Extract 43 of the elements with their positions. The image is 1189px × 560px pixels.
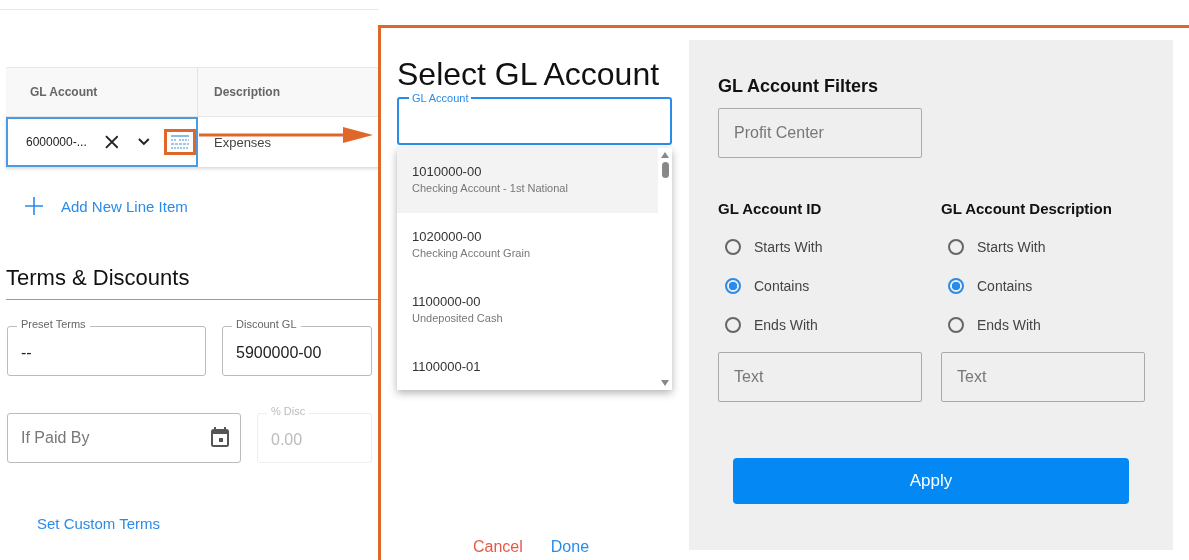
radio-option[interactable]: Starts With: [941, 227, 1145, 266]
text-field[interactable]: Text: [941, 352, 1145, 402]
done-button[interactable]: Done: [546, 536, 594, 558]
column-header: GL Account: [6, 68, 198, 116]
account-option[interactable]: 1100000-01: [397, 343, 658, 390]
group-title: GL Account Description: [941, 200, 1113, 217]
apply-button[interactable]: Apply: [733, 458, 1129, 504]
account-option[interactable]: 1020000-00 Checking Account Grain: [397, 213, 658, 278]
dialog-title: Select GL Account: [397, 56, 661, 93]
list-filter-button[interactable]: [164, 129, 196, 155]
cancel-button[interactable]: Cancel: [469, 536, 527, 558]
account-option[interactable]: 1010000-00 Checking Account - 1st National: [397, 148, 658, 213]
radio-option[interactable]: Contains: [941, 266, 1145, 305]
radio-button[interactable]: [725, 316, 741, 333]
section-title: Terms & Discounts: [6, 265, 378, 300]
plus-icon[interactable]: [25, 197, 43, 215]
clear-icon[interactable]: [104, 135, 119, 149]
profit-center-field[interactable]: Profit Center: [718, 108, 922, 158]
set-custom-terms-link[interactable]: Set Custom Terms: [37, 515, 161, 532]
group-title: GL Account ID: [718, 200, 823, 217]
text-field[interactable]: Text: [718, 352, 922, 402]
list-filter-icon: [170, 135, 190, 149]
cell-value: 6000000-...: [26, 135, 88, 149]
chevron-down-icon[interactable]: [138, 138, 150, 146]
radio-option[interactable]: Contains: [718, 266, 922, 305]
radio-option[interactable]: Ends With: [941, 305, 1145, 344]
scroll-down-icon[interactable]: [660, 379, 670, 387]
table-cell: Expenses: [214, 134, 272, 150]
radio-option[interactable]: Ends With: [718, 305, 922, 344]
radio-button[interactable]: [725, 277, 741, 294]
scrollbar-thumb[interactable]: [661, 162, 669, 178]
gl-account-cell[interactable]: 6000000-...: [6, 117, 198, 167]
add-line-item-link[interactable]: Add New Line Item: [61, 197, 188, 215]
radio-button[interactable]: [725, 238, 741, 255]
scroll-up-icon[interactable]: [660, 151, 670, 159]
calendar-icon[interactable]: [211, 427, 229, 447]
column-header: Description: [213, 84, 281, 101]
radio-button[interactable]: [948, 238, 964, 255]
panel-title: GL Account Filters: [718, 76, 880, 97]
account-option[interactable]: 1100000-00 Undeposited Cash: [397, 278, 658, 343]
radio-button[interactable]: [948, 316, 964, 333]
radio-button[interactable]: [948, 277, 964, 294]
radio-option[interactable]: Starts With: [718, 227, 922, 266]
